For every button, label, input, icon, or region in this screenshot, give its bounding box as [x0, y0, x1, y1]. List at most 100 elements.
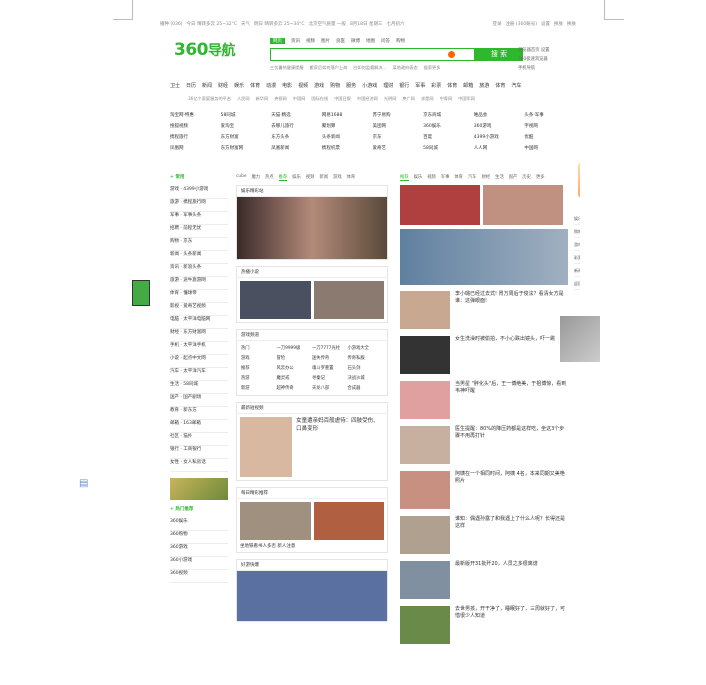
search-right-link[interactable]: 360极速浏览器 [518, 55, 578, 64]
main-nav-item[interactable]: 体育 [250, 82, 260, 89]
sub-nav-item[interactable]: 光明网 [384, 96, 397, 102]
voice-icon[interactable] [448, 51, 455, 58]
mid-tabs[interactable]: cube 魔力 热点 推荐 娱乐 视频 新闻 游戏 体育 [236, 174, 388, 181]
video-title[interactable]: 女童遭亲妈百般虐待：四肢受伤、口鼻变形 [292, 417, 384, 477]
left-link[interactable]: 体育 · 懂球帝 [170, 290, 228, 303]
site-link[interactable]: 东方财富 [221, 134, 272, 140]
search-tabs[interactable]: 网页 资讯 视频 图片 良医 微博 地图 问答 购物 [270, 38, 411, 44]
feed-item[interactable]: 李小璐已经过去式! 胃万周后于俊泫？看清女方是谁：这弹眼面! [400, 291, 568, 329]
feed-thumb[interactable] [400, 561, 450, 599]
feed-item[interactable]: 女生洗澡时被偷拍，不小心跌出镜头，吓一跳 [400, 336, 568, 374]
sub-nav-item[interactable]: 新华网 [256, 96, 269, 102]
app-link[interactable]: 360小游戏 [170, 557, 228, 570]
left-link[interactable]: 购物 · 京东 [170, 238, 228, 251]
site-link[interactable]: 4399小游戏 [474, 134, 525, 140]
game-box-card[interactable]: 好游快爆 [236, 559, 388, 622]
daily-image-1[interactable] [240, 502, 311, 540]
site-link[interactable]: 爱淘宝 [221, 123, 272, 129]
game-link[interactable]: 寻秦记 [312, 375, 348, 381]
main-nav-item[interactable]: 旅游 [479, 82, 489, 89]
feed-title[interactable]: 谁知：偶遇孙露了和我遇上了什么人呢？长得还是这样 [455, 516, 568, 554]
left-link[interactable]: 手机 · 太平洋手机 [170, 342, 228, 355]
novel-image-1[interactable] [240, 281, 311, 319]
left-link[interactable]: 影视 · 爱奇艺视频 [170, 303, 228, 316]
main-nav-item[interactable]: 电影 [282, 82, 292, 89]
site-link[interactable]: 360游戏 [474, 123, 525, 129]
main-nav-item[interactable]: 新闻 [202, 82, 212, 89]
feed-item[interactable]: 去世男孩，开干净了，睡眠好了，三周就好了，可惜很少人知道 [400, 606, 568, 644]
hot-link[interactable]: 搜索更多 [424, 65, 441, 71]
topbar-item[interactable]: 七月初六 [386, 22, 404, 27]
site-link[interactable]: 携程旅行 [170, 134, 221, 140]
search-tab[interactable]: 购物 [396, 38, 405, 44]
feed-thumb[interactable] [400, 291, 450, 329]
main-nav-item[interactable]: 军事 [415, 82, 425, 89]
search-right-link[interactable]: 手机导航 [518, 64, 578, 73]
sub-nav-item[interactable]: 中国日报 [334, 96, 351, 102]
main-nav-item[interactable]: 银行 [399, 82, 409, 89]
feed-item[interactable]: 医生提醒：80%的降压药都是这样吃，坐这3个步骤不用再打针 [400, 426, 568, 464]
main-nav-item[interactable]: 邮箱 [463, 82, 473, 89]
topbar-item[interactable]: 天气 [241, 22, 250, 27]
hot-link[interactable]: 某地政府表态 [393, 65, 418, 71]
sub-nav-item[interactable]: 中国军网 [458, 96, 475, 102]
feed-tab[interactable]: 汽车 [468, 174, 477, 181]
site-link[interactable]: 优酷 [524, 134, 575, 140]
feed-thumb[interactable] [400, 381, 450, 419]
game-link[interactable]: 一刀7777光柱 [312, 345, 348, 351]
game-link[interactable]: 传奇私服 [348, 355, 384, 361]
topbar-item[interactable]: 明日 晴转多云 25~34°C [254, 22, 304, 27]
feed-item[interactable]: 当男星 "胖化头"后，王一博绝美，于祖博惊，看到韦神吓醒 [400, 381, 568, 419]
game-link[interactable]: 风云办公 [277, 365, 313, 371]
hot-link[interactable]: 应如何监督解决... [353, 65, 386, 71]
daily-caption[interactable]: 坐地铁看书人多否 新人注意 [237, 543, 387, 552]
site-grid[interactable]: 淘宝网·特惠 58同城 天猫·精选 网易1688 苏宁易购 京东商城 唯品会 头条·军事 搜狐视… [170, 112, 575, 151]
app-link[interactable]: 360购物 [170, 531, 228, 544]
topbar-link[interactable]: 登录 [492, 22, 501, 27]
mid-tab[interactable]: 娱乐 [292, 174, 301, 181]
sub-nav[interactable]: 36亿个家庭服务的平台 人民网 新华网 央视网 中国网 国际在线 中国日报 中国经济网 光明网央… [188, 96, 481, 102]
search-right-links[interactable]: 浏览器首页 设置 360极速浏览器 手机导航 [518, 46, 578, 73]
search-tab[interactable]: 微博 [351, 38, 360, 44]
mid-tab[interactable]: 体育 [347, 174, 356, 181]
feed-thumb[interactable] [400, 606, 450, 644]
left-banner-image[interactable] [170, 478, 228, 500]
left-link[interactable]: 电脑 · 太平洋电脑网 [170, 316, 228, 329]
game-link[interactable]: 小游戏大全 [348, 345, 384, 351]
left-link[interactable]: 财经 · 东方财富网 [170, 329, 228, 342]
side-tool[interactable]: 游戏 [574, 238, 580, 251]
feed-banner[interactable] [400, 229, 568, 285]
site-link[interactable]: 人人网 [474, 145, 525, 151]
game-link[interactable]: 石头剑 [348, 365, 384, 371]
site-link[interactable]: 凤凰新闻 [271, 145, 322, 151]
feed-title[interactable]: 阿姨在一个相同时间，阿姨 4名，本来同期又美艳照片 [455, 471, 568, 509]
left-link[interactable]: 汽车 · 太平洋汽车 [170, 368, 228, 381]
search-button[interactable]: 搜 索 [475, 48, 523, 61]
site-link[interactable]: 京东 [373, 134, 424, 140]
site-link[interactable]: 宇视网 [524, 123, 575, 129]
feed-tab[interactable]: 军事 [441, 174, 450, 181]
site-link[interactable]: 中国网 [524, 145, 575, 151]
game-card[interactable]: 游戏频道 热门 一刀9999级 一刀7777光柱 小游戏大全 游戏 冒险 迷失传奇 传奇私服推… [236, 329, 388, 396]
main-nav-item[interactable]: 动漫 [266, 82, 276, 89]
feed-title[interactable]: 医生提醒：80%的降压药都是这样吃，坐这3个步骤不用再打针 [455, 426, 568, 464]
feed-title[interactable]: 最新版开31批歼20，人员之多很离谱 [455, 561, 538, 599]
site-link[interactable]: 美团网 [373, 123, 424, 129]
search-input[interactable] [270, 48, 475, 61]
search-tab[interactable]: 网页 [270, 38, 285, 44]
left-link[interactable]: 社区 · 猫扑 [170, 433, 228, 446]
feed-hero-1[interactable] [400, 185, 480, 225]
side-tool[interactable]: 娱乐 [574, 212, 580, 225]
site-link[interactable]: 58同城 [221, 112, 272, 118]
left-link[interactable]: 招聘 · 前程无忧 [170, 225, 228, 238]
left-link[interactable]: 国产 · 国产剧场 [170, 394, 228, 407]
side-tool[interactable]: 返回顶部 [574, 277, 580, 290]
search-tab[interactable]: 地图 [366, 38, 375, 44]
site-link[interactable]: 网易1688 [322, 112, 373, 118]
sub-nav-item[interactable]: 央广网 [402, 96, 415, 102]
feed-tab[interactable]: 历史 [522, 174, 531, 181]
feed-tab[interactable]: 生活 [495, 174, 504, 181]
game-link[interactable]: 天龙八部 [312, 385, 348, 391]
topbar-link[interactable]: 换肤 [554, 22, 563, 27]
document-icon[interactable]: ▤ [79, 478, 88, 489]
